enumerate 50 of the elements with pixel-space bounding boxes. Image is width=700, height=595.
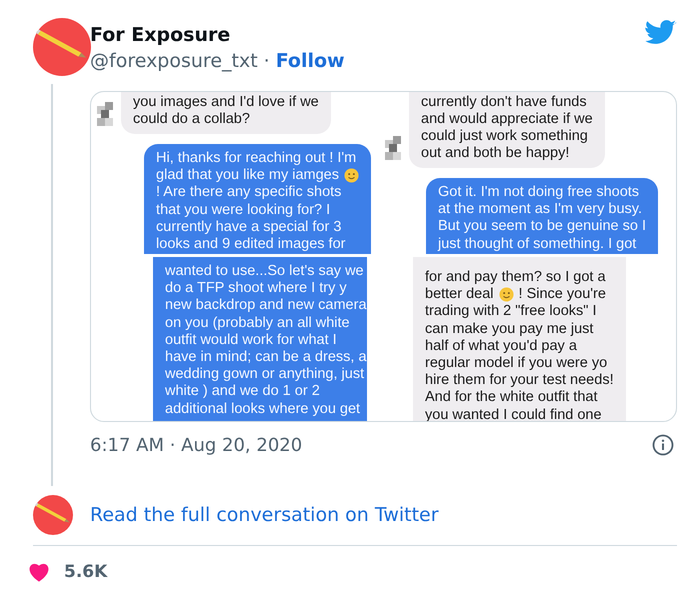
message-line: and would appreciate if we — [421, 111, 593, 128]
follow-link[interactable]: Follow — [276, 50, 345, 72]
message-line: could do a collab? — [133, 111, 250, 128]
message-line: currently don't have funds — [421, 94, 587, 111]
message-line: that you were looking for? I — [156, 202, 330, 219]
avatar-icon — [33, 18, 91, 76]
message-line: at the moment as I'm very busy. — [438, 201, 642, 218]
message-line: better deal — [425, 286, 494, 304]
separator-dot: · — [264, 49, 270, 73]
message-line: hire them for your test needs! — [425, 372, 614, 390]
heart-icon[interactable] — [28, 562, 50, 582]
message-line: ! Are there any specific shots — [156, 184, 342, 202]
message-line: white ) and we do 1 or 2 — [165, 383, 320, 400]
message-line: do a TFP shoot where I try y — [165, 280, 347, 298]
blurred-avatar-icon — [97, 102, 113, 126]
message-line: for and pay them? so I got a — [425, 269, 606, 286]
message-line: wanted to use...So let's say we — [165, 263, 364, 280]
message-line: glad that you like my iamges — [156, 167, 339, 184]
message-line: have in mind; can be a dress, a — [165, 349, 367, 366]
message-line: Hi, thanks for reaching out ! I'm — [156, 150, 356, 168]
message-line: Got it. I'm not doing free shoots — [438, 184, 640, 202]
timestamp: 6:17 AM · Aug 20, 2020 — [90, 434, 302, 456]
smiley-emoji-icon — [498, 287, 514, 302]
author-handle: @forexposure_txt — [90, 49, 258, 73]
bird-icon — [645, 20, 677, 46]
blurred-avatar-icon — [385, 136, 401, 160]
message-line: ! Since you're — [518, 286, 606, 304]
message-line: new backdrop and new camera — [165, 297, 367, 314]
smiley-emoji-icon — [344, 168, 359, 184]
message-line: could just work something — [421, 128, 588, 145]
message-line: you images and I'd love if we — [133, 94, 319, 111]
message-line: just thought of something. I got — [438, 236, 636, 253]
message-line: on you (probably an all white — [165, 314, 350, 332]
like-count: 5.6K — [64, 562, 108, 582]
avatar-icon — [33, 495, 73, 535]
message-line: But you seem to be genuine so I — [438, 218, 646, 236]
message-line: out and both be happy! — [421, 145, 570, 162]
message-line: wedding gown or anything, just — [165, 366, 364, 384]
message-line: currently have a special for 3 — [156, 218, 342, 236]
message-line: trading with 2 "free looks" I — [425, 303, 596, 320]
message-line: outfit would work for what I — [165, 332, 337, 349]
read-conversation-link[interactable]: Read the full conversation on Twitter — [90, 504, 439, 526]
author-name: For Exposure — [90, 23, 232, 48]
message-line: looks and 9 edited images for — [156, 236, 346, 254]
message-line: additional looks where you get — [165, 400, 360, 418]
message-line: And for the white outfit that — [425, 389, 598, 406]
info-icon[interactable] — [652, 434, 674, 456]
message-line: can make you pay me just — [425, 320, 594, 338]
message-line: regular model if you were yo — [425, 355, 608, 372]
message-line: half of what you'd pay a — [425, 338, 577, 355]
